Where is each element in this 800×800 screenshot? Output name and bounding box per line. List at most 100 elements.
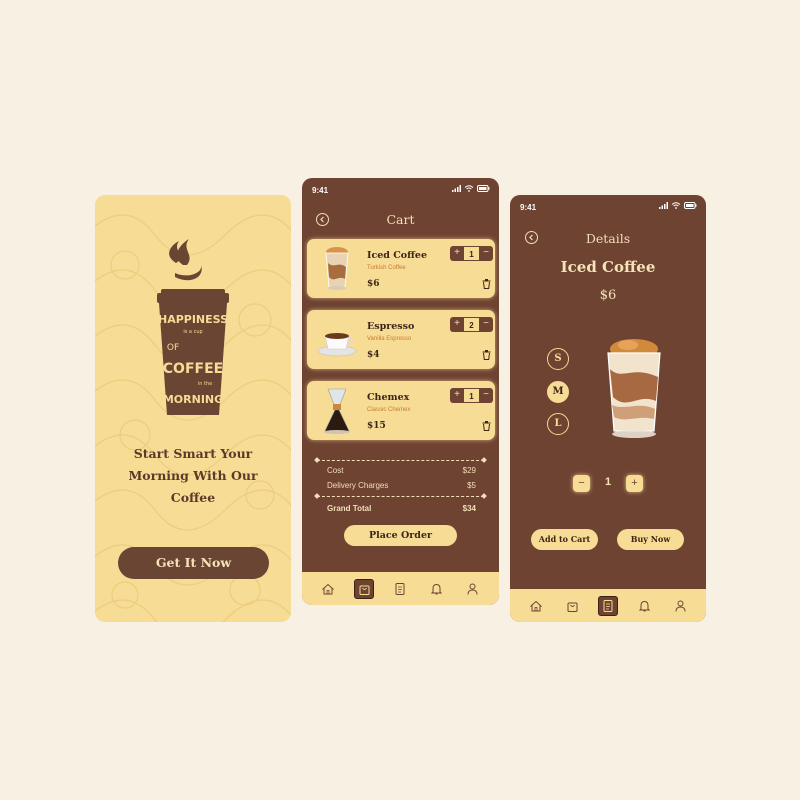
add-to-cart-button[interactable]: Add to Cart [531, 529, 598, 550]
buy-now-button[interactable]: Buy Now [617, 529, 684, 550]
bottom-tab-bar [302, 572, 499, 605]
increase-quantity-button[interactable]: + [450, 317, 464, 332]
coffee-cup-logo: HAPPINESS is a cup OF COFFEE in the MORN… [157, 239, 229, 415]
quantity-value: 2 [464, 317, 479, 332]
iced-coffee-hero-image [607, 339, 661, 438]
increase-quantity-button[interactable]: + [450, 388, 464, 403]
item-price: $6 [367, 279, 380, 289]
wifi-icon [464, 185, 474, 192]
tab-cart[interactable] [354, 578, 375, 599]
cart-item-chemex: Chemex Classic Chemex $15 + 1 − [307, 381, 495, 440]
status-time: 9:41 [520, 203, 537, 212]
item-variant: Turkish Coffee [367, 265, 406, 271]
item-name: Chemex [367, 392, 410, 403]
home-icon [322, 583, 335, 594]
logo-word-happiness: HAPPINESS [158, 313, 228, 326]
delivery-label: Delivery Charges [327, 481, 389, 490]
splash-headline: Start Smart Your Morning With Our Coffee [109, 443, 277, 509]
quantity-stepper: + 2 − [450, 317, 493, 332]
user-icon [467, 583, 478, 595]
summary-divider [317, 460, 484, 461]
item-variant: Classic Chemex [367, 407, 411, 413]
user-icon [675, 600, 685, 612]
status-bar: 9:41 [302, 178, 499, 204]
tab-notifications[interactable] [634, 596, 654, 616]
logo-word-coffee: COFFEE [163, 361, 223, 377]
product-name: Iced Coffee [560, 258, 656, 276]
quantity-value: 1 [464, 388, 479, 403]
wifi-icon [671, 202, 681, 209]
grand-total-value: $34 [462, 504, 476, 513]
details-screen: 9:41 Details Iced Coffee $6 S M L − 1 + … [510, 195, 706, 622]
trash-icon[interactable] [482, 421, 491, 431]
summary-divider [317, 496, 484, 497]
logo-word-of: OF [167, 343, 179, 353]
tab-profile[interactable] [670, 596, 690, 616]
screen-title: Details [585, 231, 631, 246]
headline-line-3: Coffee [170, 490, 216, 505]
document-icon [395, 582, 405, 595]
item-name: Espresso [367, 321, 415, 332]
item-price: $4 [367, 350, 380, 360]
bell-icon [638, 600, 650, 611]
iced-coffee-image [325, 247, 349, 290]
get-it-now-button[interactable]: Get It Now [118, 547, 269, 579]
chemex-image [324, 388, 350, 434]
signal-icon [659, 202, 668, 209]
tab-cart[interactable] [562, 596, 582, 616]
bell-icon [431, 583, 443, 594]
screen-title: Cart [386, 212, 415, 227]
size-medium-button[interactable]: M [547, 381, 569, 403]
cost-label: Cost [327, 466, 344, 475]
item-price: $15 [367, 421, 386, 431]
document-icon [603, 599, 613, 612]
item-name: Iced Coffee [367, 250, 428, 261]
status-icons [659, 202, 697, 209]
product-price: $6 [599, 288, 617, 303]
bag-icon [359, 585, 370, 595]
headline-line-2: Morning With Our [128, 468, 258, 483]
status-icons [452, 185, 490, 192]
tab-orders[interactable] [598, 595, 618, 616]
trash-icon[interactable] [482, 350, 491, 360]
status-time: 9:41 [312, 186, 329, 195]
cart-item-iced-coffee: Iced Coffee Turkish Coffee $6 + 1 − [307, 239, 495, 298]
splash-screen: HAPPINESS is a cup OF COFFEE in the MORN… [95, 195, 291, 622]
decrease-quantity-button[interactable]: − [479, 388, 493, 403]
espresso-image [317, 333, 357, 357]
size-small-button[interactable]: S [547, 348, 569, 370]
place-order-button[interactable]: Place Order [344, 525, 457, 546]
tab-home[interactable] [318, 579, 338, 599]
quantity-controls: − 1 + [573, 475, 643, 493]
cost-row: Cost $29 [327, 466, 476, 475]
tab-home[interactable] [526, 596, 546, 616]
size-large-button[interactable]: L [547, 413, 569, 435]
cost-value: $29 [462, 466, 476, 475]
quantity-stepper: + 1 − [450, 246, 493, 261]
logo-word-morning: MORNING [163, 393, 223, 406]
bag-icon [567, 602, 577, 612]
grand-total-label: Grand Total [327, 504, 372, 513]
delivery-value: $5 [467, 481, 476, 490]
delivery-row: Delivery Charges $5 [327, 481, 476, 490]
tab-notifications[interactable] [427, 579, 447, 599]
battery-icon [477, 185, 490, 192]
home-icon [530, 600, 542, 611]
grand-total-row: Grand Total $34 [327, 504, 476, 513]
trash-icon[interactable] [482, 279, 491, 289]
tab-profile[interactable] [463, 579, 483, 599]
cart-screen: 9:41 Cart Iced Coffee Turkish Coffee $6 … [302, 178, 499, 605]
item-variant: Vanilla Espresso [367, 336, 412, 342]
quantity-stepper: + 1 − [450, 388, 493, 403]
bottom-tab-bar [510, 589, 706, 622]
signal-icon [452, 185, 461, 192]
increase-quantity-button[interactable]: + [626, 475, 643, 492]
battery-icon [684, 202, 697, 209]
tab-orders[interactable] [390, 579, 410, 599]
decrease-quantity-button[interactable]: − [479, 317, 493, 332]
decrease-quantity-button[interactable]: − [479, 246, 493, 261]
status-bar: 9:41 [510, 195, 706, 221]
increase-quantity-button[interactable]: + [450, 246, 464, 261]
logo-word-in-the: in the [198, 381, 212, 387]
quantity-value: 1 [464, 246, 479, 261]
